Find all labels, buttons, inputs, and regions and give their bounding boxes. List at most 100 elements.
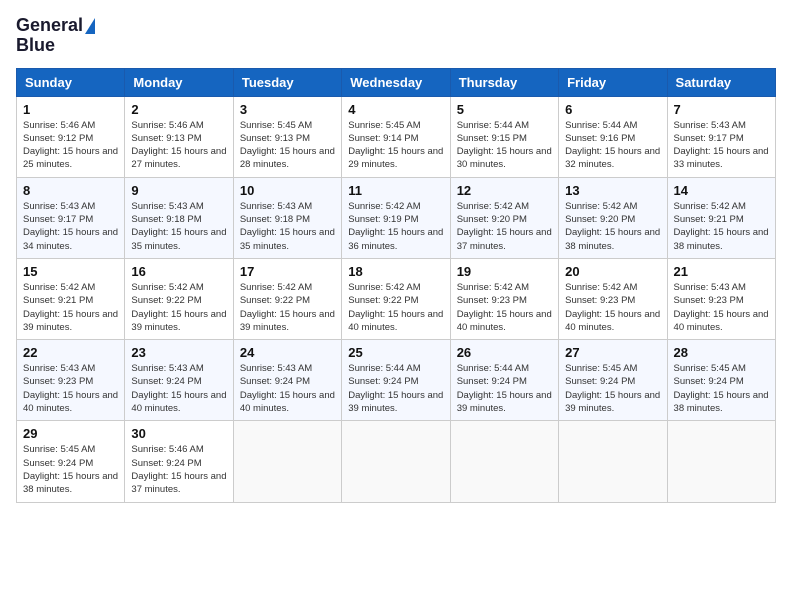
day-info: Sunrise: 5:44 AM Sunset: 9:24 PM Dayligh… [348, 362, 443, 415]
day-number: 3 [240, 102, 335, 117]
column-header-sunday: Sunday [17, 68, 125, 96]
calendar-cell: 4 Sunrise: 5:45 AM Sunset: 9:14 PM Dayli… [342, 96, 450, 177]
day-info: Sunrise: 5:45 AM Sunset: 9:24 PM Dayligh… [565, 362, 660, 415]
calendar-cell [342, 421, 450, 502]
day-info: Sunrise: 5:42 AM Sunset: 9:19 PM Dayligh… [348, 200, 443, 253]
calendar-cell: 11 Sunrise: 5:42 AM Sunset: 9:19 PM Dayl… [342, 177, 450, 258]
day-number: 25 [348, 345, 443, 360]
day-info: Sunrise: 5:42 AM Sunset: 9:21 PM Dayligh… [23, 281, 118, 334]
logo-text-general: General [16, 16, 83, 36]
day-info: Sunrise: 5:45 AM Sunset: 9:24 PM Dayligh… [23, 443, 118, 496]
day-number: 14 [674, 183, 769, 198]
calendar-cell: 26 Sunrise: 5:44 AM Sunset: 9:24 PM Dayl… [450, 340, 558, 421]
day-number: 10 [240, 183, 335, 198]
calendar-cell [450, 421, 558, 502]
day-number: 23 [131, 345, 226, 360]
column-header-wednesday: Wednesday [342, 68, 450, 96]
calendar-cell: 3 Sunrise: 5:45 AM Sunset: 9:13 PM Dayli… [233, 96, 341, 177]
calendar-week-row: 15 Sunrise: 5:42 AM Sunset: 9:21 PM Dayl… [17, 258, 776, 339]
calendar-cell: 17 Sunrise: 5:42 AM Sunset: 9:22 PM Dayl… [233, 258, 341, 339]
calendar-cell: 28 Sunrise: 5:45 AM Sunset: 9:24 PM Dayl… [667, 340, 775, 421]
day-info: Sunrise: 5:44 AM Sunset: 9:16 PM Dayligh… [565, 119, 660, 172]
day-info: Sunrise: 5:44 AM Sunset: 9:24 PM Dayligh… [457, 362, 552, 415]
calendar-cell: 14 Sunrise: 5:42 AM Sunset: 9:21 PM Dayl… [667, 177, 775, 258]
calendar-cell [667, 421, 775, 502]
calendar-cell [559, 421, 667, 502]
calendar-cell: 2 Sunrise: 5:46 AM Sunset: 9:13 PM Dayli… [125, 96, 233, 177]
calendar-cell: 6 Sunrise: 5:44 AM Sunset: 9:16 PM Dayli… [559, 96, 667, 177]
calendar-cell: 22 Sunrise: 5:43 AM Sunset: 9:23 PM Dayl… [17, 340, 125, 421]
calendar-cell: 15 Sunrise: 5:42 AM Sunset: 9:21 PM Dayl… [17, 258, 125, 339]
calendar-cell: 1 Sunrise: 5:46 AM Sunset: 9:12 PM Dayli… [17, 96, 125, 177]
calendar-cell: 7 Sunrise: 5:43 AM Sunset: 9:17 PM Dayli… [667, 96, 775, 177]
day-info: Sunrise: 5:42 AM Sunset: 9:22 PM Dayligh… [348, 281, 443, 334]
day-number: 12 [457, 183, 552, 198]
logo-text-blue: Blue [16, 36, 55, 56]
day-number: 19 [457, 264, 552, 279]
calendar-cell: 29 Sunrise: 5:45 AM Sunset: 9:24 PM Dayl… [17, 421, 125, 502]
calendar-cell: 13 Sunrise: 5:42 AM Sunset: 9:20 PM Dayl… [559, 177, 667, 258]
calendar-cell: 5 Sunrise: 5:44 AM Sunset: 9:15 PM Dayli… [450, 96, 558, 177]
day-info: Sunrise: 5:46 AM Sunset: 9:13 PM Dayligh… [131, 119, 226, 172]
day-info: Sunrise: 5:42 AM Sunset: 9:22 PM Dayligh… [240, 281, 335, 334]
calendar-cell: 30 Sunrise: 5:46 AM Sunset: 9:24 PM Dayl… [125, 421, 233, 502]
column-header-monday: Monday [125, 68, 233, 96]
day-info: Sunrise: 5:45 AM Sunset: 9:24 PM Dayligh… [674, 362, 769, 415]
calendar-cell: 19 Sunrise: 5:42 AM Sunset: 9:23 PM Dayl… [450, 258, 558, 339]
day-number: 26 [457, 345, 552, 360]
day-info: Sunrise: 5:42 AM Sunset: 9:20 PM Dayligh… [565, 200, 660, 253]
column-header-thursday: Thursday [450, 68, 558, 96]
day-number: 20 [565, 264, 660, 279]
calendar-week-row: 1 Sunrise: 5:46 AM Sunset: 9:12 PM Dayli… [17, 96, 776, 177]
calendar-cell: 10 Sunrise: 5:43 AM Sunset: 9:18 PM Dayl… [233, 177, 341, 258]
day-info: Sunrise: 5:43 AM Sunset: 9:23 PM Dayligh… [674, 281, 769, 334]
day-number: 6 [565, 102, 660, 117]
day-number: 2 [131, 102, 226, 117]
column-header-saturday: Saturday [667, 68, 775, 96]
calendar-cell: 23 Sunrise: 5:43 AM Sunset: 9:24 PM Dayl… [125, 340, 233, 421]
page-header: General Blue [16, 16, 776, 56]
logo-triangle-icon [85, 18, 95, 34]
day-info: Sunrise: 5:42 AM Sunset: 9:23 PM Dayligh… [457, 281, 552, 334]
calendar-cell: 18 Sunrise: 5:42 AM Sunset: 9:22 PM Dayl… [342, 258, 450, 339]
day-info: Sunrise: 5:44 AM Sunset: 9:15 PM Dayligh… [457, 119, 552, 172]
calendar-cell: 21 Sunrise: 5:43 AM Sunset: 9:23 PM Dayl… [667, 258, 775, 339]
day-info: Sunrise: 5:43 AM Sunset: 9:23 PM Dayligh… [23, 362, 118, 415]
day-number: 27 [565, 345, 660, 360]
day-number: 16 [131, 264, 226, 279]
calendar-week-row: 22 Sunrise: 5:43 AM Sunset: 9:23 PM Dayl… [17, 340, 776, 421]
day-info: Sunrise: 5:42 AM Sunset: 9:23 PM Dayligh… [565, 281, 660, 334]
day-number: 4 [348, 102, 443, 117]
calendar-header-row: SundayMondayTuesdayWednesdayThursdayFrid… [17, 68, 776, 96]
day-info: Sunrise: 5:43 AM Sunset: 9:24 PM Dayligh… [240, 362, 335, 415]
day-info: Sunrise: 5:42 AM Sunset: 9:20 PM Dayligh… [457, 200, 552, 253]
calendar-cell: 9 Sunrise: 5:43 AM Sunset: 9:18 PM Dayli… [125, 177, 233, 258]
day-info: Sunrise: 5:42 AM Sunset: 9:22 PM Dayligh… [131, 281, 226, 334]
day-number: 11 [348, 183, 443, 198]
day-number: 1 [23, 102, 118, 117]
day-number: 13 [565, 183, 660, 198]
calendar-cell: 8 Sunrise: 5:43 AM Sunset: 9:17 PM Dayli… [17, 177, 125, 258]
day-info: Sunrise: 5:43 AM Sunset: 9:17 PM Dayligh… [674, 119, 769, 172]
day-info: Sunrise: 5:43 AM Sunset: 9:18 PM Dayligh… [131, 200, 226, 253]
calendar-table: SundayMondayTuesdayWednesdayThursdayFrid… [16, 68, 776, 503]
day-info: Sunrise: 5:43 AM Sunset: 9:18 PM Dayligh… [240, 200, 335, 253]
day-number: 21 [674, 264, 769, 279]
day-number: 5 [457, 102, 552, 117]
calendar-cell: 16 Sunrise: 5:42 AM Sunset: 9:22 PM Dayl… [125, 258, 233, 339]
day-info: Sunrise: 5:43 AM Sunset: 9:17 PM Dayligh… [23, 200, 118, 253]
calendar-cell: 27 Sunrise: 5:45 AM Sunset: 9:24 PM Dayl… [559, 340, 667, 421]
day-number: 30 [131, 426, 226, 441]
calendar-cell: 20 Sunrise: 5:42 AM Sunset: 9:23 PM Dayl… [559, 258, 667, 339]
day-number: 29 [23, 426, 118, 441]
day-info: Sunrise: 5:42 AM Sunset: 9:21 PM Dayligh… [674, 200, 769, 253]
column-header-tuesday: Tuesday [233, 68, 341, 96]
day-number: 8 [23, 183, 118, 198]
calendar-week-row: 8 Sunrise: 5:43 AM Sunset: 9:17 PM Dayli… [17, 177, 776, 258]
day-info: Sunrise: 5:43 AM Sunset: 9:24 PM Dayligh… [131, 362, 226, 415]
calendar-body: 1 Sunrise: 5:46 AM Sunset: 9:12 PM Dayli… [17, 96, 776, 502]
calendar-cell: 12 Sunrise: 5:42 AM Sunset: 9:20 PM Dayl… [450, 177, 558, 258]
day-number: 28 [674, 345, 769, 360]
column-header-friday: Friday [559, 68, 667, 96]
calendar-cell [233, 421, 341, 502]
